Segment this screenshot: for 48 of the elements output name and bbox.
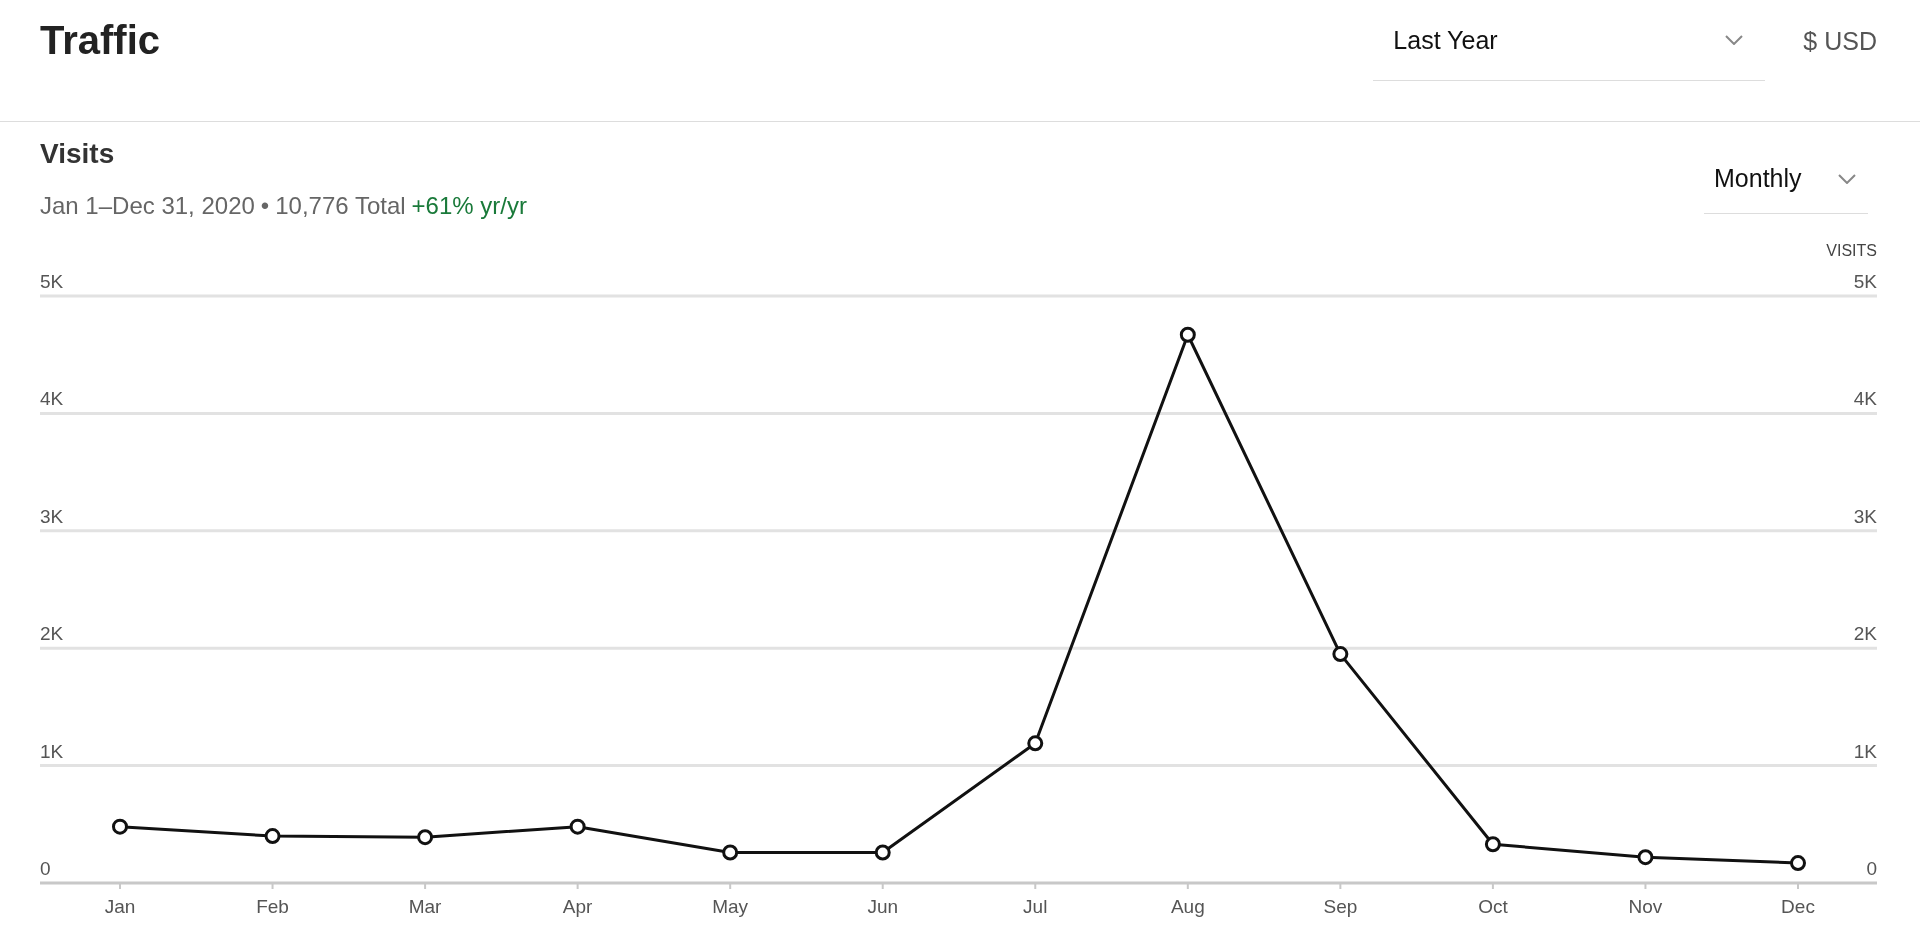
chevron-down-icon — [1838, 173, 1856, 184]
currency-button[interactable]: $ USD — [1803, 27, 1877, 56]
x-axis-label: Jan — [104, 896, 136, 917]
y-axis-label: 1K — [40, 740, 64, 762]
data-point — [722, 844, 739, 861]
x-axis-label: Nov — [1628, 896, 1663, 917]
change-percent: +61% yr/yr — [411, 192, 527, 220]
section-title: Visits — [40, 138, 116, 170]
x-axis-label: Oct — [1478, 896, 1508, 917]
date-range: Jan 1–Dec 31, 2020 — [40, 192, 255, 220]
data-point — [112, 818, 128, 835]
y-axis-label: 5K — [40, 271, 64, 292]
x-axis-label: Mar — [408, 896, 442, 917]
x-axis-label: Jun — [867, 896, 899, 917]
period-dropdown[interactable]: Last Year — [1373, 0, 1766, 81]
y-axis-label: 0 — [40, 858, 51, 879]
y-axis-label: 2K — [40, 623, 64, 645]
y-axis-label: 1K — [1853, 740, 1877, 762]
axis-caption: VISITS — [1825, 242, 1878, 260]
y-axis-label: 0 — [1866, 858, 1877, 879]
x-axis-label: May — [712, 896, 749, 917]
data-point — [1332, 646, 1349, 663]
separator-dot: • — [260, 192, 270, 220]
data-point — [264, 828, 281, 845]
data-point — [1637, 849, 1654, 866]
data-point — [1027, 735, 1044, 752]
x-axis-label: Feb — [256, 896, 289, 917]
data-point — [569, 818, 586, 835]
data-point — [1484, 836, 1501, 853]
x-axis-label: Apr — [562, 896, 593, 917]
y-axis-label: 3K — [40, 505, 64, 527]
x-axis-label: Aug — [1170, 896, 1205, 917]
y-axis-label: 3K — [1853, 505, 1877, 527]
x-axis-label: Jul — [1023, 896, 1048, 917]
y-axis-label: 4K — [1853, 388, 1877, 410]
y-axis-label: 2K — [1853, 623, 1877, 645]
data-point — [1179, 326, 1196, 343]
page-title: Traffic — [40, 18, 161, 63]
data-point — [874, 844, 891, 861]
interval-dropdown[interactable]: Monthly — [1704, 144, 1868, 214]
x-axis-label: Sep — [1323, 896, 1358, 917]
total-visits: 10,776 Total — [275, 192, 406, 220]
chevron-down-icon — [1725, 35, 1744, 45]
x-axis-label: Dec — [1781, 896, 1815, 917]
y-axis-label: 5K — [1853, 271, 1877, 292]
data-point — [417, 829, 434, 846]
y-axis-label: 4K — [40, 388, 64, 410]
data-point — [1790, 855, 1806, 872]
